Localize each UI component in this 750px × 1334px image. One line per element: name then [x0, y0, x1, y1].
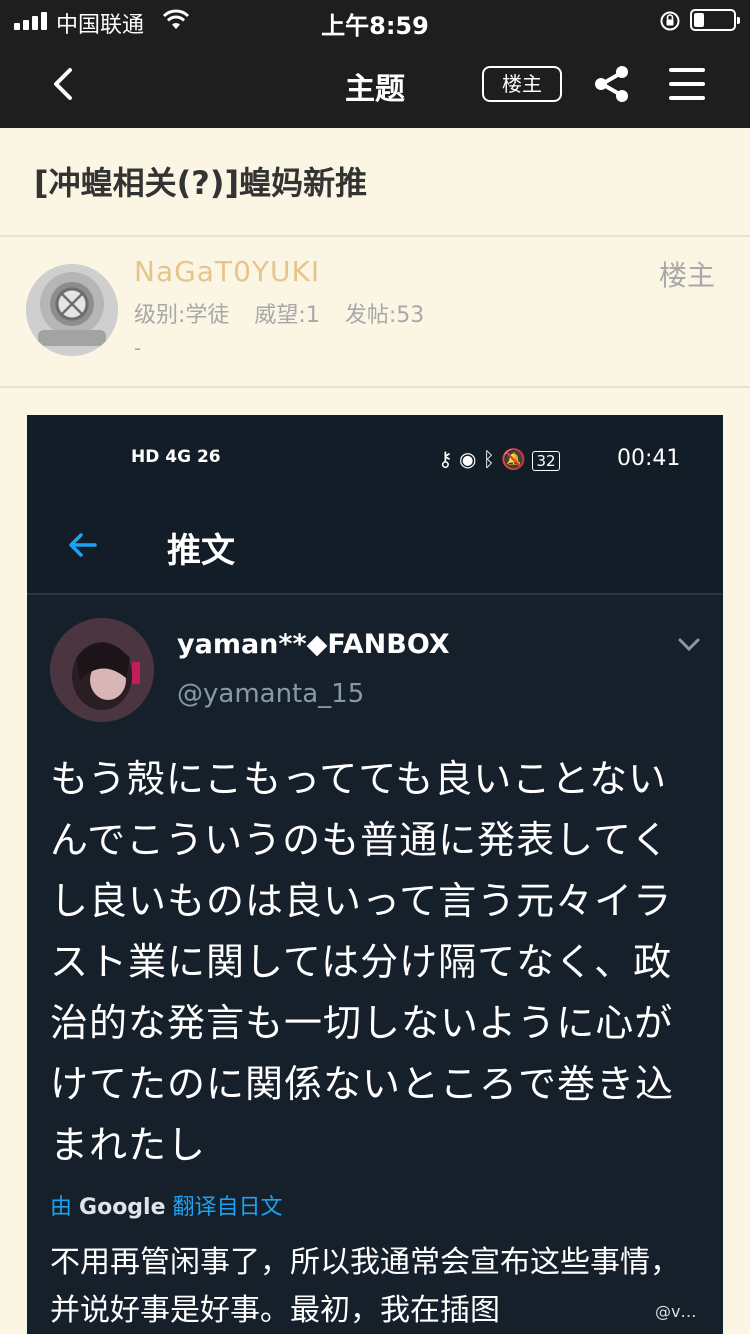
tweet-handle[interactable]: @yamanta_15 [177, 679, 364, 709]
tweet-text: もう殻にこもってても良いことないんでこういうのも普通に発表してくし良いものは良い… [50, 757, 675, 1167]
author-prestige: 威望:1 [254, 303, 320, 328]
floor-owner-tag: 楼主 [659, 259, 716, 292]
post-image[interactable]: HD 4G 26 ⚷ ◉ ᛒ 🔕 32 00:41 推文 yaman**◆FAN… [27, 415, 723, 1334]
diving-helmet-icon [26, 264, 118, 356]
mute-bell-icon: 🔕 [501, 447, 527, 471]
translated-suffix: 翻译自日文 [172, 1195, 283, 1220]
author-signature: - [134, 336, 142, 360]
share-icon[interactable] [592, 64, 632, 104]
embedded-network-indicators: HD 4G 26 [131, 447, 221, 467]
author-level: 级别:学徒 [134, 303, 230, 328]
eye-icon: ◉ [459, 447, 477, 471]
embedded-time: 00:41 [617, 446, 681, 471]
thread-title: [冲蝗相关(?)]蝗妈新推 [34, 164, 368, 202]
author-username[interactable]: NaGaT0YUKI [134, 255, 320, 288]
only-owner-button[interactable]: 楼主 [482, 66, 562, 102]
status-bar: 中国联通 上午8:59 [0, 0, 750, 42]
embedded-status-icons: ⚷ ◉ ᛒ 🔕 32 [438, 447, 560, 471]
embedded-title: 推文 [167, 531, 235, 571]
back-arrow-icon[interactable] [65, 527, 101, 563]
rotation-lock-icon [660, 11, 680, 31]
key-icon: ⚷ [438, 447, 453, 471]
page-title: 主题 [345, 72, 405, 107]
embedded-battery: 32 [532, 451, 560, 471]
menu-icon[interactable] [669, 68, 705, 100]
divider [0, 235, 750, 237]
embedded-header: 推文 [27, 503, 723, 595]
tweet-author-avatar[interactable] [50, 618, 154, 722]
author-meta: 级别:学徒 威望:1 发帖:53 [134, 297, 442, 329]
tweet-display-name[interactable]: yaman**◆FANBOX [177, 629, 450, 660]
embedded-status-bar: HD 4G 26 ⚷ ◉ ᛒ 🔕 32 00:41 [27, 415, 723, 503]
status-time: 上午8:59 [321, 12, 429, 40]
translated-by-label[interactable]: 由 Google 翻译自日文 [50, 1189, 283, 1221]
translated-prefix: 由 [50, 1195, 73, 1220]
anime-avatar-icon [50, 618, 154, 722]
bluetooth-icon: ᛒ [482, 447, 495, 471]
tweet-translation: 不用再管闲事了，所以我通常会宣布这些事情，并说好事是好事。最初，我在插图 [50, 1245, 680, 1328]
watermark: @v… [655, 1302, 697, 1321]
nav-bar: 主题 楼主 [0, 42, 750, 128]
battery-icon [690, 9, 740, 31]
chevron-down-icon[interactable] [677, 637, 701, 653]
author-avatar[interactable] [26, 264, 118, 356]
google-logo: Google [79, 1195, 166, 1220]
author-post-count: 发帖:53 [344, 303, 425, 328]
divider [0, 386, 750, 388]
